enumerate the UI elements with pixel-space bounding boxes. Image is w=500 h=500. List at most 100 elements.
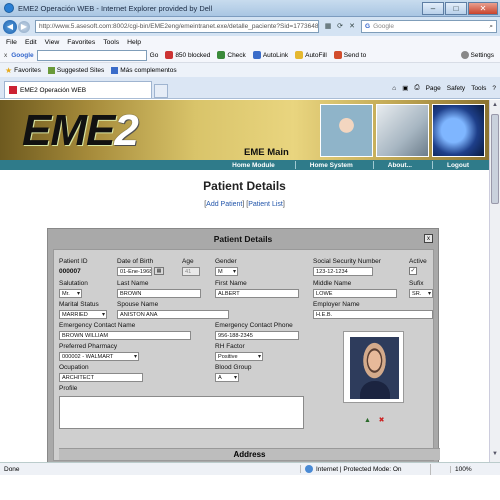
web-content: EME2 EME Main Home Module Home System Ab… [0, 100, 489, 462]
salutation-select[interactable]: Mr. [59, 289, 82, 298]
autofill-button[interactable]: AutoFill [295, 51, 327, 59]
ssn-field[interactable]: 123-12-1234 [313, 267, 373, 276]
tab-label: EME2 Operación WEB [20, 86, 87, 94]
scroll-up-icon[interactable]: ▲ [491, 102, 499, 111]
nav-home-module[interactable]: Home Module [232, 162, 275, 169]
salutation-label: Salutation [59, 280, 88, 287]
emergency-contact-field[interactable]: BROWN WILLIAM [59, 331, 191, 340]
middle-name-field[interactable]: LOWE [313, 289, 397, 298]
maximize-button[interactable]: □ [445, 1, 467, 15]
rh-factor-select[interactable]: Positive [215, 352, 263, 361]
suggested-sites-link[interactable]: Suggested Sites [47, 66, 105, 74]
settings-button[interactable]: Settings [460, 51, 494, 59]
scroll-down-icon[interactable]: ▼ [491, 451, 499, 460]
nav-logout[interactable]: Logout [447, 162, 469, 169]
first-name-label: First Name [215, 280, 247, 287]
menu-view[interactable]: View [45, 39, 60, 46]
nav-separator [372, 161, 374, 169]
last-name-field[interactable]: BROWN [117, 289, 201, 298]
menu-edit[interactable]: Edit [25, 39, 37, 46]
active-label: Active [409, 258, 427, 265]
go-button[interactable]: Go [150, 52, 159, 59]
safety-menu[interactable]: Safety [447, 85, 465, 92]
blood-group-select[interactable]: A [215, 373, 239, 382]
zoom-level[interactable]: 100% [450, 465, 500, 473]
search-input[interactable]: G Google ⌕ [361, 20, 497, 33]
help-icon[interactable]: ? [492, 85, 496, 92]
nav-home-system[interactable]: Home System [310, 162, 353, 169]
stop-icon[interactable]: ✕ [347, 22, 357, 32]
suffix-select[interactable]: SR. [409, 289, 433, 298]
patient-list-link[interactable]: Patient List [248, 201, 283, 208]
last-name-label: Last Name [117, 280, 149, 287]
sendto-button[interactable]: Send to [333, 51, 367, 59]
close-toolbar-icon[interactable]: x [4, 52, 7, 59]
popup-blocker-button[interactable]: 850 blocked [165, 51, 210, 59]
spellcheck-button[interactable]: Check [217, 51, 246, 59]
wrench-icon [460, 51, 469, 59]
age-field[interactable]: 41 [182, 267, 200, 276]
back-button[interactable]: ◀ [3, 19, 17, 34]
profile-textarea[interactable] [59, 396, 304, 429]
spouse-name-field[interactable]: ANISTON ANA [117, 310, 229, 319]
emergency-phone-field[interactable]: 956-188-2345 [215, 331, 299, 340]
tab-bar: EME2 Operación WEB ⌂ ▣ ⎙ Page Safety Too… [0, 77, 500, 99]
marital-status-select[interactable]: MARRIED [59, 310, 107, 319]
nav-about[interactable]: About... [388, 162, 412, 169]
pharmacy-select[interactable]: 000002 - WALMART [59, 352, 139, 361]
google-search-icon: G [365, 23, 371, 30]
page-menu[interactable]: Page [426, 85, 441, 92]
active-checkbox[interactable]: ✓ [409, 267, 417, 275]
compatibility-icon[interactable]: ▦ [323, 22, 333, 32]
address-field[interactable]: http://www.5.asesoft.com:8002/cgi-bin/EM… [35, 20, 319, 33]
patient-photo-frame [343, 331, 404, 403]
calendar-icon[interactable]: ▦ [154, 267, 164, 275]
google-logo: Google [11, 51, 34, 59]
page-links: [Add Patient] [Patient List] [0, 201, 489, 208]
upload-photo-icon[interactable]: ▲ [363, 416, 372, 425]
minimize-button[interactable]: – [422, 1, 444, 15]
tab-eme2[interactable]: EME2 Operación WEB [4, 81, 152, 98]
print-icon[interactable]: ⎙ [414, 84, 419, 92]
command-bar: ⌂ ▣ ⎙ Page Safety Tools ? [386, 78, 500, 98]
forward-button[interactable]: ▶ [18, 20, 30, 33]
google-search-input[interactable] [36, 49, 147, 61]
close-window-button[interactable]: ✕ [468, 1, 498, 15]
home-icon[interactable]: ⌂ [392, 85, 396, 92]
suggested-label: Suggested Sites [56, 66, 105, 74]
patient-details-panel: Patient Details x Patient ID Date of Bir… [47, 228, 440, 462]
favorites-button[interactable]: ★ Favorites [5, 66, 41, 75]
employer-name-field[interactable]: H.E.B. [313, 310, 433, 319]
spouse-name-label: Spouse Name [117, 301, 159, 308]
sendto-icon [333, 51, 342, 59]
new-tab-button[interactable] [154, 84, 168, 98]
search-icon[interactable]: ⌕ [489, 23, 493, 31]
window-title: EME2 Operación WEB - Internet Explorer p… [18, 3, 213, 13]
autolink-button[interactable]: AutoLink [252, 51, 288, 59]
menu-file[interactable]: File [6, 39, 17, 46]
nav-separator [431, 161, 433, 169]
menu-tools[interactable]: Tools [103, 39, 119, 46]
first-name-field[interactable]: ALBERT [215, 289, 299, 298]
feeds-icon[interactable]: ▣ [402, 84, 408, 92]
panel-close-button[interactable]: x [424, 234, 433, 243]
patient-photo-shirt [360, 381, 390, 399]
refresh-icon[interactable]: ⟳ [335, 22, 345, 32]
more-addons-link[interactable]: Más complementos [111, 66, 177, 74]
add-patient-link[interactable]: Add Patient [206, 201, 242, 208]
dob-label: Date of Birth [117, 258, 154, 265]
occupation-field[interactable]: ARCHITECT [59, 373, 143, 382]
vertical-scrollbar[interactable]: ▲ ▼ [489, 100, 500, 462]
menu-help[interactable]: Help [127, 39, 141, 46]
gender-select[interactable]: M [215, 267, 238, 276]
scroll-thumb[interactable] [491, 114, 499, 204]
star-icon: ★ [5, 65, 13, 75]
delete-photo-icon[interactable]: ✖ [377, 416, 386, 425]
google-toolbar: x Google Go 850 blocked Check AutoLink A… [0, 48, 500, 63]
menu-favorites[interactable]: Favorites [67, 39, 95, 46]
sendto-label: Send to [343, 51, 367, 59]
more-addons-label: Más complementos [120, 66, 177, 74]
tools-menu[interactable]: Tools [471, 85, 486, 92]
security-zone[interactable]: Internet | Protected Mode: On [300, 465, 430, 473]
dob-field[interactable]: 01-Ene-1968 [117, 267, 152, 276]
